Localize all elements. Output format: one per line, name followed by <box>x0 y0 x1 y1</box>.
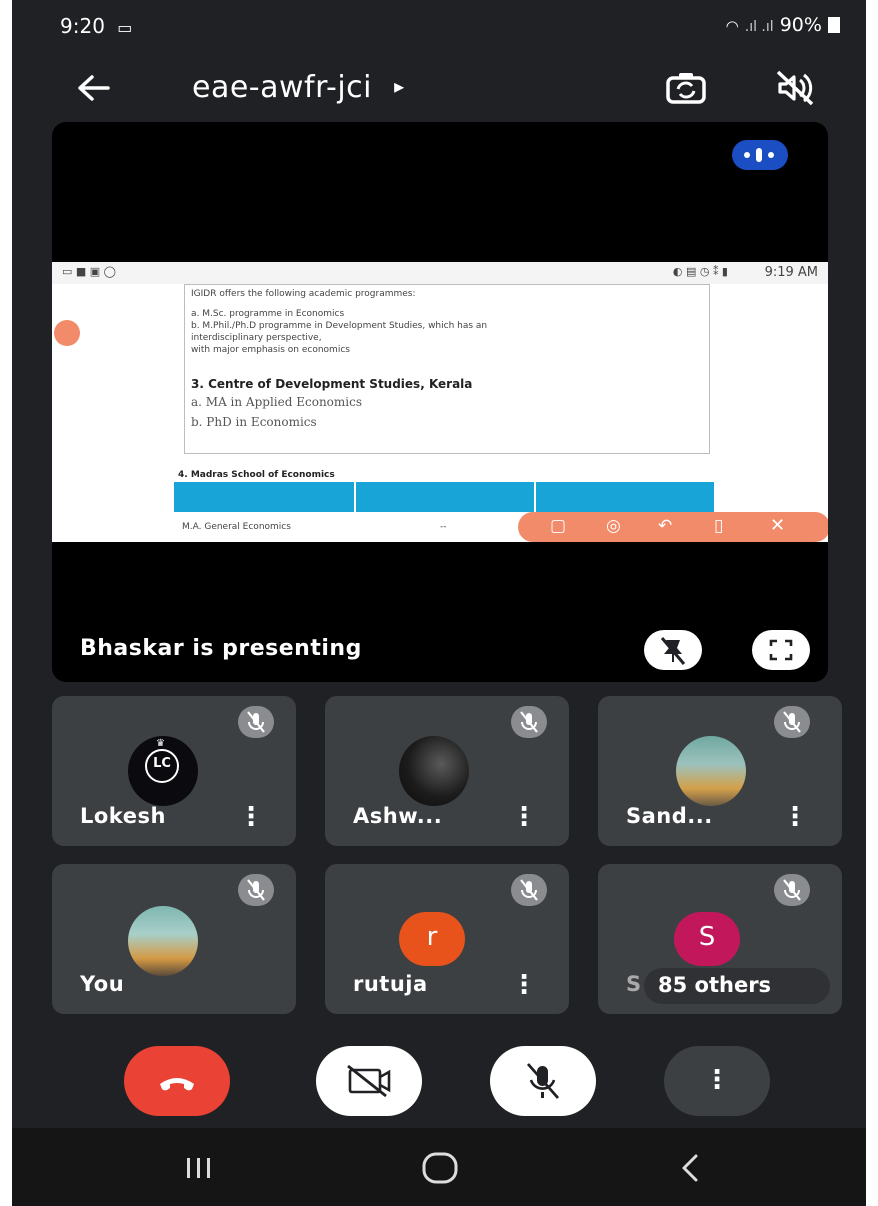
status-indicators: ◠ .ıl .ıl 90% <box>726 14 840 36</box>
participant-photo-avatar <box>128 906 198 976</box>
doc-item-ma: a. MA in Applied Economics <box>191 395 362 409</box>
doc-heading: 3. Centre of Development Studies, Kerala <box>191 377 473 391</box>
doc-programme-b-cont2: with major emphasis on economics <box>191 345 350 355</box>
fullscreen-button[interactable] <box>752 630 810 670</box>
participant-tile[interactable]: r rutuja ⋮ <box>325 864 569 1014</box>
shared-screen: ▭ ■ ▣ ◯ 9:19 AM ◐ ▤ ◷ ⁑ ▮ IGIDR offers t… <box>52 262 828 542</box>
doc-next-heading: 4. Madras School of Economics <box>178 470 335 480</box>
unpin-button[interactable] <box>644 630 702 670</box>
mic-muted-badge <box>511 874 547 906</box>
signal-icon: .ıl .ıl <box>744 19 774 35</box>
others-count-label: 85 others <box>658 973 772 997</box>
mic-muted-badge <box>774 874 810 906</box>
mic-off-icon <box>783 879 801 901</box>
camera-toggle-button[interactable] <box>316 1046 422 1116</box>
phone-hangup-icon <box>160 1078 194 1091</box>
more-options-button[interactable]: ⋮ <box>664 1046 770 1116</box>
mic-muted-badge <box>238 874 274 906</box>
switch-camera-icon[interactable] <box>662 66 710 110</box>
unpin-icon <box>660 637 686 665</box>
palette-icon[interactable]: ◎ <box>606 516 621 536</box>
annotation-toolbar[interactable]: ▢ ◎ ↶ ▯ ✕ <box>518 512 828 542</box>
avatar-initial: S <box>698 922 716 952</box>
participant-letter-avatar: S <box>674 912 740 966</box>
mic-off-icon <box>247 879 265 901</box>
participant-tile-self[interactable]: You <box>52 864 296 1014</box>
more-vert-icon[interactable]: ⋮ <box>511 972 537 998</box>
shared-screen-time: 9:19 AM <box>764 265 818 280</box>
participant-name: Ashw... <box>353 804 443 828</box>
wifi-icon: ◠ <box>725 17 739 35</box>
more-vert-icon[interactable]: ⋮ <box>238 804 264 830</box>
logo-text: LC <box>153 756 171 771</box>
screen-cast-icon: ▭ <box>117 18 133 37</box>
participant-tile[interactable]: Ashw... ⋮ <box>325 696 569 846</box>
close-icon[interactable]: ✕ <box>770 515 785 536</box>
doc-table-cell: -- <box>440 522 447 532</box>
more-vert-icon[interactable]: ⋮ <box>782 804 808 830</box>
crown-icon: ♛ <box>156 738 165 749</box>
doc-table-row: M.A. General Economics <box>182 522 291 532</box>
participant-photo-avatar <box>676 736 746 806</box>
undo-icon[interactable]: ↶ <box>658 516 672 536</box>
shared-screen-status-icons: ▭ ■ ▣ ◯ <box>62 265 116 278</box>
fullscreen-icon <box>769 639 793 661</box>
more-vert-icon[interactable]: ⋮ <box>511 804 537 830</box>
mic-muted-badge <box>238 706 274 738</box>
presenter-label: Bhaskar is presenting <box>80 636 362 661</box>
participant-name: Lokesh <box>80 804 166 828</box>
mic-off-icon <box>526 1063 560 1099</box>
more-vert-icon: ⋮ <box>704 1065 730 1095</box>
participant-tile[interactable]: Sand... ⋮ <box>598 696 842 846</box>
mic-toggle-button[interactable] <box>490 1046 596 1116</box>
record-bubble <box>54 320 80 346</box>
mic-muted-badge <box>774 706 810 738</box>
mic-off-icon <box>520 879 538 901</box>
battery-level: 90% <box>779 14 822 36</box>
screenshot-icon[interactable]: ▢ <box>550 516 566 536</box>
audio-off-icon[interactable] <box>772 66 820 110</box>
participant-letter-avatar: r <box>399 912 465 966</box>
participant-photo-avatar <box>399 736 469 806</box>
avatar-initial: r <box>426 922 438 952</box>
back-arrow-icon[interactable] <box>74 70 114 106</box>
end-call-button[interactable] <box>124 1046 230 1116</box>
battery-icon <box>828 17 840 33</box>
participant-tile[interactable]: LC ♛ Lokesh ⋮ <box>52 696 296 846</box>
doc-intro: IGIDR offers the following academic prog… <box>191 289 416 299</box>
others-chip[interactable]: 85 others <box>644 968 830 1004</box>
doc-item-phd: b. PhD in Economics <box>191 415 317 429</box>
document-page: IGIDR offers the following academic prog… <box>184 284 710 454</box>
system-nav-bar <box>12 1128 866 1206</box>
mic-muted-badge <box>511 706 547 738</box>
camera-off-icon <box>347 1064 391 1098</box>
participant-name: rutuja <box>353 972 428 996</box>
audio-level-indicator <box>732 140 788 170</box>
back-icon[interactable] <box>672 1148 712 1188</box>
home-icon[interactable] <box>416 1148 464 1188</box>
participant-name: S <box>626 972 642 996</box>
participant-logo-avatar: LC ♛ <box>128 736 198 806</box>
mic-off-icon <box>247 711 265 733</box>
doc-table-header <box>174 482 714 512</box>
shared-screen-status-bar: ▭ ■ ▣ ◯ 9:19 AM ◐ ▤ ◷ ⁑ ▮ <box>52 262 828 284</box>
participant-name: You <box>80 972 125 996</box>
mic-off-icon <box>520 711 538 733</box>
participant-tile-others[interactable]: S S 85 others <box>598 864 842 1014</box>
status-time: 9:20 ▭ <box>60 14 133 38</box>
meet-screen: 9:20 ▭ ◠ .ıl .ıl 90% eae-awfr-jci ▸ ▭ ■ … <box>12 0 866 1206</box>
doc-programme-b: b. M.Phil./Ph.D programme in Development… <box>191 321 488 331</box>
mic-off-icon <box>783 711 801 733</box>
delete-icon[interactable]: ▯ <box>714 516 723 536</box>
meeting-details-chevron-icon: ▸ <box>394 74 405 98</box>
doc-programme-a: a. M.Sc. programme in Economics <box>191 309 345 319</box>
participant-name: Sand... <box>626 804 713 828</box>
recent-apps-icon[interactable] <box>177 1148 221 1188</box>
shared-screen-status-right-icons: ◐ ▤ ◷ ⁑ ▮ <box>672 265 728 278</box>
doc-programme-b-cont: interdisciplinary perspective, <box>191 333 322 343</box>
meeting-code[interactable]: eae-awfr-jci ▸ <box>192 70 405 105</box>
